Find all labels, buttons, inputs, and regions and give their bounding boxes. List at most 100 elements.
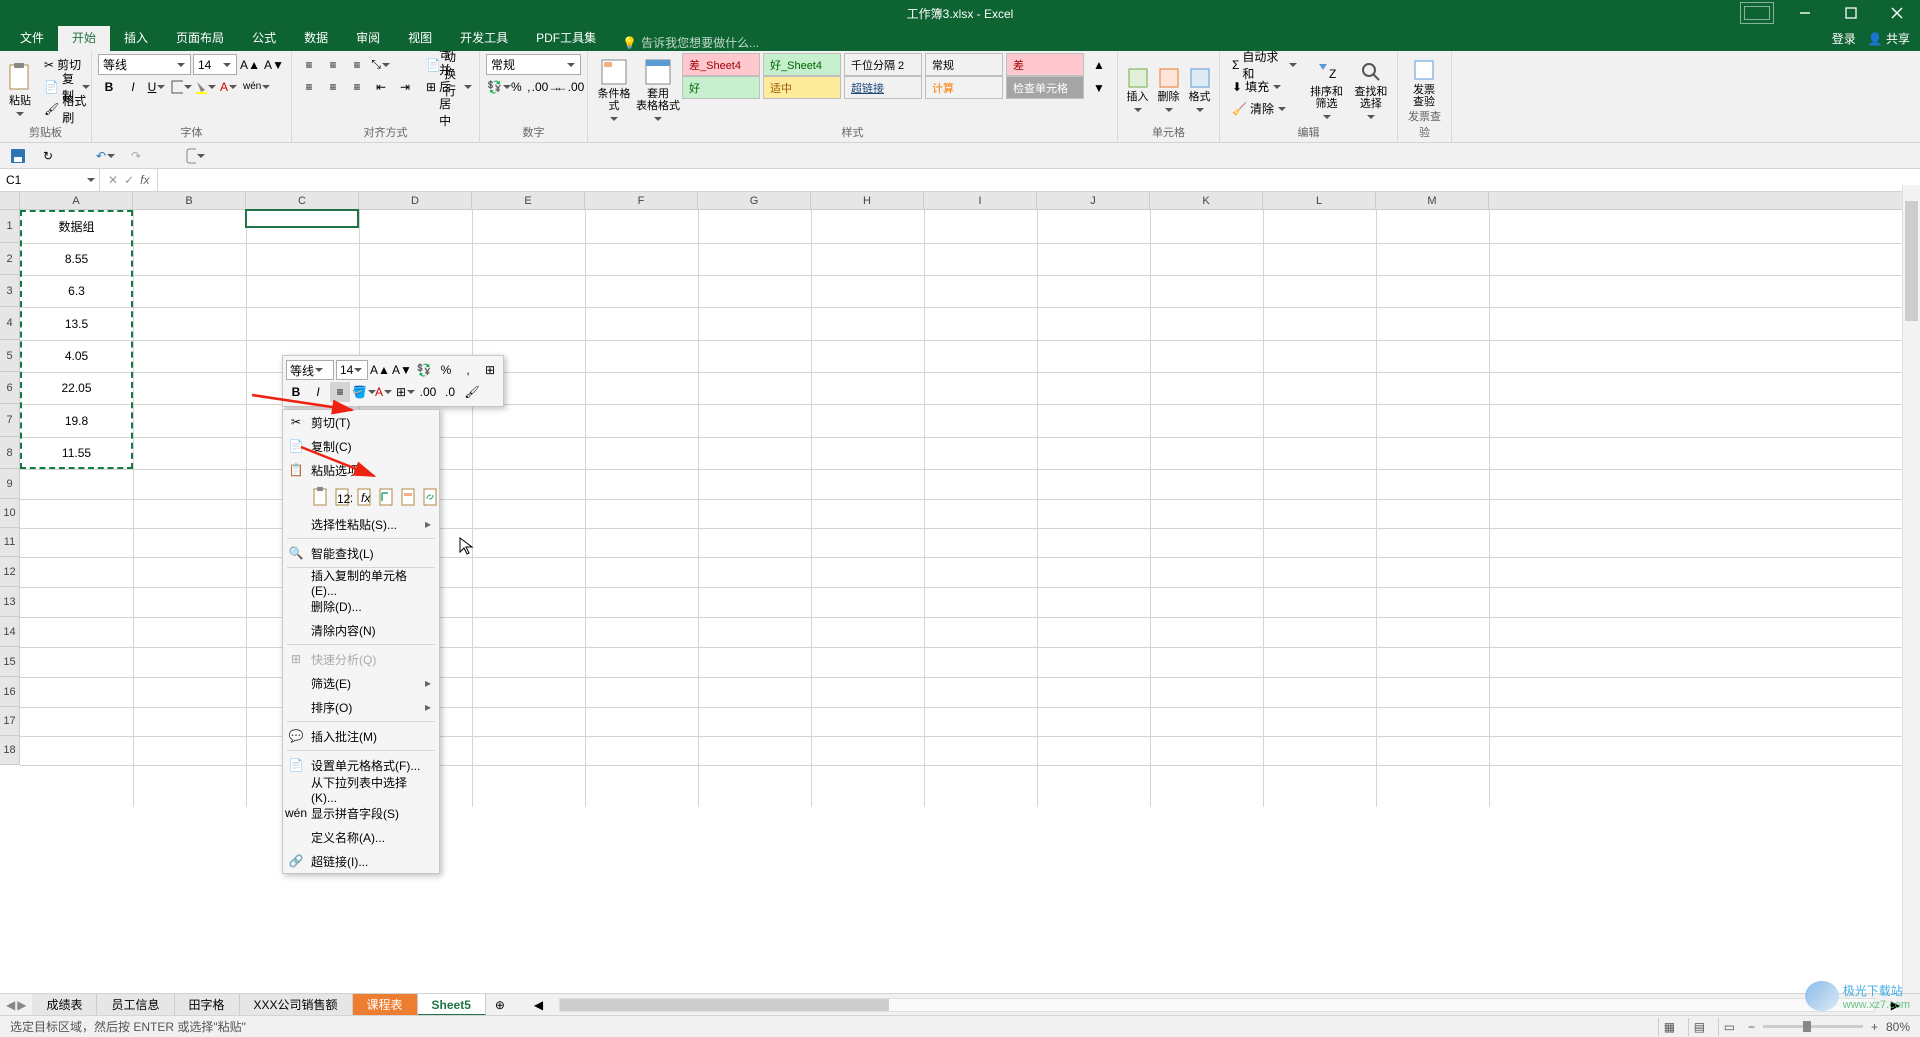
tab-review[interactable]: 审阅 xyxy=(342,26,394,51)
font-color-icon[interactable]: A xyxy=(374,382,394,402)
vertical-scrollbar[interactable] xyxy=(1902,185,1920,993)
orientation-icon[interactable]: ⤡ xyxy=(370,54,392,76)
page-layout-icon[interactable]: ▤ xyxy=(1688,1018,1710,1036)
column-header[interactable]: L xyxy=(1263,192,1376,209)
cell[interactable]: 6.3 xyxy=(20,275,133,307)
row-header[interactable]: 4 xyxy=(0,307,19,340)
row-header[interactable]: 17 xyxy=(0,707,19,736)
refresh-icon[interactable]: ↻ xyxy=(38,146,58,166)
row-header[interactable]: 9 xyxy=(0,469,19,499)
tab-pdf[interactable]: PDF工具集 xyxy=(522,26,610,51)
styles-more-icon[interactable]: ▲ xyxy=(1088,54,1110,76)
bold-button[interactable]: B xyxy=(98,76,120,98)
shrink-font-icon[interactable]: A▼ xyxy=(263,54,285,76)
align-center-icon[interactable]: ≡ xyxy=(330,382,350,402)
increase-decimal-icon[interactable]: .00→ xyxy=(535,76,557,98)
close-button[interactable] xyxy=(1874,0,1920,26)
indent-dec-icon[interactable]: ⇤ xyxy=(370,76,392,98)
fx-icon[interactable]: fx xyxy=(140,173,149,187)
ctx-sort[interactable]: 排序(O)▸ xyxy=(283,695,439,719)
minimize-button[interactable] xyxy=(1782,0,1828,26)
zoom-in-button[interactable]: + xyxy=(1871,1020,1878,1034)
style-bad-sheet4[interactable]: 差_Sheet4 xyxy=(682,53,760,76)
ctx-copy[interactable]: 📄复制(C) xyxy=(283,434,439,458)
phonetic-button[interactable]: wén xyxy=(242,76,264,98)
tell-me[interactable]: 💡 告诉我您想要做什么... xyxy=(622,34,759,51)
comma-icon[interactable]: , xyxy=(458,360,478,380)
delete-button[interactable]: 删除 xyxy=(1155,54,1182,124)
column-header[interactable]: C xyxy=(246,192,359,209)
align-right-icon[interactable]: ≡ xyxy=(346,76,368,98)
sheet-tab[interactable]: 员工信息 xyxy=(97,994,174,1016)
format-button[interactable]: 格式 xyxy=(1186,54,1213,124)
style-comma2[interactable]: 千位分隔 2 xyxy=(844,53,922,76)
normal-view-icon[interactable]: ▦ xyxy=(1658,1018,1680,1036)
style-calculation[interactable]: 计算 xyxy=(925,76,1003,99)
tab-view[interactable]: 视图 xyxy=(394,26,446,51)
undo-button[interactable]: ↶ xyxy=(96,146,116,166)
sheet-tab[interactable]: 成绩表 xyxy=(32,994,97,1016)
sheet-nav-prev[interactable]: ◀ xyxy=(6,998,15,1012)
active-cell[interactable] xyxy=(245,209,359,228)
style-neutral[interactable]: 适中 xyxy=(763,76,841,99)
scroll-left-icon[interactable]: ◀ xyxy=(534,998,543,1012)
column-header[interactable]: M xyxy=(1376,192,1489,209)
bold-button[interactable]: B xyxy=(286,382,306,402)
share-button[interactable]: 👤 共享 xyxy=(1868,30,1910,47)
maximize-button[interactable] xyxy=(1828,0,1874,26)
enter-icon[interactable]: ✓ xyxy=(124,173,134,187)
row-header[interactable]: 6 xyxy=(0,372,19,404)
ctx-paste-special[interactable]: 选择性粘贴(S)...▸ xyxy=(283,512,439,536)
ctx-filter[interactable]: 筛选(E)▸ xyxy=(283,671,439,695)
format-painter[interactable]: 🖌格式刷 xyxy=(38,98,93,119)
zoom-out-button[interactable]: − xyxy=(1748,1020,1755,1034)
font-size-select[interactable]: 14 xyxy=(193,54,237,75)
ctx-pinyin[interactable]: wén显示拼音字段(S) xyxy=(283,801,439,825)
align-middle-icon[interactable]: ≡ xyxy=(322,54,344,76)
fill-color-icon[interactable]: 🪣 xyxy=(352,382,372,402)
grow-font-icon[interactable]: A▲ xyxy=(239,54,261,76)
login-button[interactable]: 登录 xyxy=(1832,30,1856,47)
zoom-slider[interactable] xyxy=(1763,1025,1863,1028)
select-all-triangle[interactable] xyxy=(0,192,20,210)
paste-button[interactable]: 粘贴 xyxy=(6,54,34,124)
cancel-icon[interactable]: ✕ xyxy=(108,173,118,187)
decrease-decimal-icon[interactable]: ←.00 xyxy=(559,76,581,98)
italic-button[interactable]: I xyxy=(122,76,144,98)
conditional-format[interactable]: 条件格式 xyxy=(594,54,634,124)
cell[interactable]: 数据组 xyxy=(20,210,133,243)
shrink-font-icon[interactable]: A▼ xyxy=(392,360,412,380)
row-header[interactable]: 2 xyxy=(0,243,19,275)
cell[interactable]: 22.05 xyxy=(20,372,133,404)
ribbon-options-icon[interactable] xyxy=(1740,2,1774,24)
page-break-icon[interactable]: ▭ xyxy=(1718,1018,1740,1036)
cell[interactable]: 11.55 xyxy=(20,437,133,469)
touch-mode-icon[interactable] xyxy=(184,146,204,166)
sheet-nav-next[interactable]: ▶ xyxy=(17,998,26,1012)
align-top-icon[interactable]: ≡ xyxy=(298,54,320,76)
border-icon[interactable]: ⊞ xyxy=(480,360,500,380)
border-icon[interactable]: ⊞ xyxy=(396,382,416,402)
ctx-delete[interactable]: 删除(D)... xyxy=(283,594,439,618)
merge-center[interactable]: ⊞合并后居中 xyxy=(420,76,473,97)
style-good[interactable]: 好 xyxy=(682,76,760,99)
paste-formatting-icon[interactable] xyxy=(399,485,419,509)
sheet-tab-active[interactable]: Sheet5 xyxy=(418,994,486,1016)
sheet-tab[interactable]: 课程表 xyxy=(353,994,418,1016)
autosum-button[interactable]: Σ自动求和 xyxy=(1226,54,1302,75)
decimal-icon[interactable]: .0 xyxy=(440,382,460,402)
cell[interactable]: 13.5 xyxy=(20,307,133,340)
tab-home[interactable]: 开始 xyxy=(58,26,110,51)
tab-data[interactable]: 数据 xyxy=(290,26,342,51)
cell[interactable]: 19.8 xyxy=(20,404,133,437)
name-box[interactable]: C1 xyxy=(0,169,100,191)
indent-inc-icon[interactable]: ⇥ xyxy=(394,76,416,98)
row-header[interactable]: 10 xyxy=(0,499,19,528)
column-header[interactable]: A xyxy=(20,192,133,209)
font-family-select[interactable]: 等线 xyxy=(98,54,191,75)
sort-filter-button[interactable]: Z排序和筛选 xyxy=(1306,54,1346,124)
scroll-thumb[interactable] xyxy=(560,999,888,1011)
column-header[interactable]: J xyxy=(1037,192,1150,209)
percent-icon[interactable]: % xyxy=(436,360,456,380)
style-bad[interactable]: 差 xyxy=(1006,53,1084,76)
